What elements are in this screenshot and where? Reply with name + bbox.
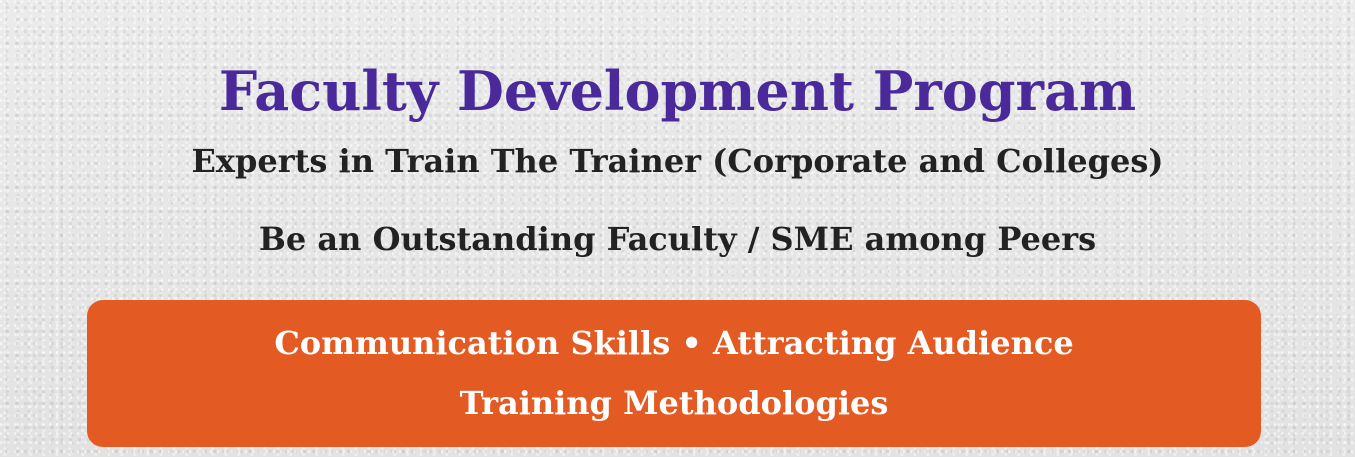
skills-line-communication: Communication Skills • Attracting Audien… xyxy=(274,324,1074,362)
page-title: Faculty Development Program xyxy=(218,59,1137,124)
skills-line-methodologies: Training Methodologies xyxy=(459,384,889,422)
skills-banner: Communication Skills • Attracting Audien… xyxy=(87,300,1261,447)
subtitle-outstanding-faculty: Be an Outstanding Faculty / SME among Pe… xyxy=(258,220,1097,258)
hero-section: Faculty Development Program Experts in T… xyxy=(0,0,1355,457)
subtitle-train-the-trainer: Experts in Train The Trainer (Corporate … xyxy=(191,142,1164,180)
